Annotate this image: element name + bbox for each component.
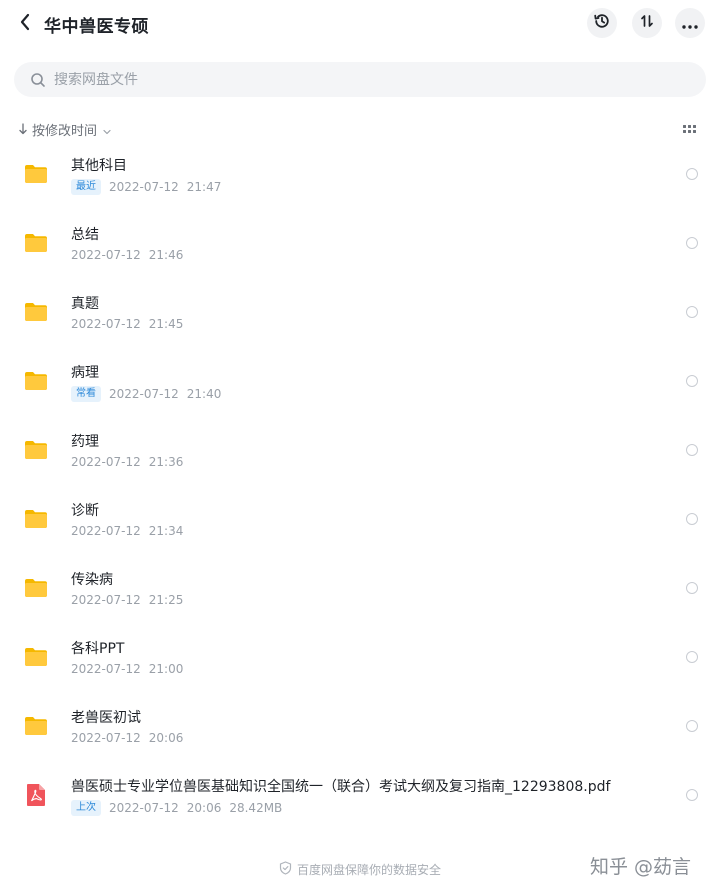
select-checkbox[interactable]: [686, 789, 698, 801]
file-date: 2022-07-12: [71, 524, 141, 538]
footer-text: 百度网盘保障你的数据安全: [296, 862, 441, 877]
file-meta: 2022-07-12 20:06: [71, 731, 183, 745]
file-meta: 2022-07-12 21:46: [71, 248, 183, 262]
select-checkbox[interactable]: [686, 306, 698, 318]
folder-icon: [24, 440, 48, 464]
folder-icon: [24, 164, 48, 188]
file-size: 28.42MB: [229, 801, 283, 815]
file-row[interactable]: 兽医硕士专业学位兽医基础知识全国统一（联合）考试大纲及复习指南_12293808…: [0, 761, 720, 830]
folder-icon: [24, 716, 48, 740]
folder-icon: [24, 578, 48, 602]
watermark: 知乎 @苭言: [590, 856, 692, 878]
folder-icon: [24, 233, 48, 257]
file-list: 其他科目 最近 2022-07-12 21:47 总结 2022-07-12 21:46 …: [0, 140, 720, 830]
select-checkbox[interactable]: [686, 582, 698, 594]
file-date: 2022-07-12: [109, 801, 179, 815]
file-row[interactable]: 药理 2022-07-12 21:36: [0, 416, 720, 485]
file-time: 21:46: [148, 248, 184, 262]
file-row[interactable]: 其他科目最近 2022-07-12 21:47: [0, 140, 720, 209]
folder-icon: [24, 371, 48, 395]
file-date: 2022-07-12: [71, 593, 141, 607]
shield-icon: [279, 860, 292, 879]
file-time: 21:25: [148, 593, 184, 607]
page-title: 华中兽医专硕: [44, 17, 149, 37]
folder-icon: [24, 509, 48, 533]
folder-icon: [24, 302, 48, 326]
file-date: 2022-07-12: [109, 180, 179, 194]
select-checkbox[interactable]: [686, 651, 698, 663]
file-time: 21:34: [148, 524, 184, 538]
file-time: 20:06: [148, 731, 184, 745]
select-checkbox[interactable]: [686, 237, 698, 249]
history-clock-icon: [593, 12, 611, 34]
pdf-file-icon: [25, 783, 47, 811]
history-button[interactable]: [587, 8, 617, 38]
file-row[interactable]: 总结 2022-07-12 21:46: [0, 209, 720, 278]
file-meta: 2022-07-12 21:25: [71, 593, 183, 607]
search-icon: [30, 72, 46, 88]
select-checkbox[interactable]: [686, 444, 698, 456]
back-icon[interactable]: [14, 11, 36, 33]
file-name: 兽医硕士专业学位兽医基础知识全国统一（联合）考试大纲及复习指南_12293808…: [71, 779, 611, 795]
file-row[interactable]: 真题 2022-07-12 21:45: [0, 278, 720, 347]
file-row[interactable]: 诊断 2022-07-12 21:34: [0, 485, 720, 554]
file-name: 各科PPT: [71, 641, 125, 657]
file-meta: 2022-07-12 21:34: [71, 524, 183, 538]
arrow-down-icon: [18, 120, 28, 139]
file-row[interactable]: 老兽医初试 2022-07-12 20:06: [0, 692, 720, 761]
file-name: 其他科目: [71, 158, 127, 174]
file-time: 21:00: [148, 662, 184, 676]
file-time: 21:45: [148, 317, 184, 331]
folder-icon: [24, 647, 48, 671]
more-dots-icon: [682, 14, 698, 33]
sort-label: 按修改时间: [32, 123, 98, 139]
file-name: 诊断: [71, 503, 99, 519]
status-badge: 最近: [71, 179, 101, 195]
file-name: 总结: [71, 227, 99, 243]
search-bar[interactable]: [14, 62, 706, 97]
sort-button[interactable]: [632, 8, 662, 38]
select-checkbox[interactable]: [686, 513, 698, 525]
file-date: 2022-07-12: [71, 731, 141, 745]
file-date: 2022-07-12: [71, 317, 141, 331]
file-row[interactable]: 传染病 2022-07-12 21:25: [0, 554, 720, 623]
file-time: 20:06: [186, 801, 222, 815]
chevron-down-icon: [103, 120, 111, 139]
grid-view-icon[interactable]: [683, 123, 697, 135]
file-meta: 常看 2022-07-12 21:40: [71, 386, 221, 402]
file-time: 21:40: [186, 387, 222, 401]
file-date: 2022-07-12: [109, 387, 179, 401]
file-row[interactable]: 病理常看 2022-07-12 21:40: [0, 347, 720, 416]
file-meta: 2022-07-12 21:36: [71, 455, 183, 469]
search-input[interactable]: [54, 71, 654, 88]
file-date: 2022-07-12: [71, 455, 141, 469]
file-name: 药理: [71, 434, 99, 450]
file-meta: 2022-07-12 21:00: [71, 662, 183, 676]
file-meta: 2022-07-12 21:45: [71, 317, 183, 331]
file-date: 2022-07-12: [71, 248, 141, 262]
more-button[interactable]: [675, 8, 705, 38]
file-meta: 上次 2022-07-12 20:06 28.42MB: [71, 800, 282, 816]
sort-arrows-icon: [639, 13, 655, 33]
file-name: 传染病: [71, 572, 113, 588]
select-checkbox[interactable]: [686, 168, 698, 180]
file-meta: 最近 2022-07-12 21:47: [71, 179, 221, 195]
sort-selector[interactable]: 按修改时间: [18, 120, 111, 139]
status-badge: 上次: [71, 800, 101, 816]
select-checkbox[interactable]: [686, 720, 698, 732]
file-date: 2022-07-12: [71, 662, 141, 676]
file-time: 21:47: [186, 180, 222, 194]
file-time: 21:36: [148, 455, 184, 469]
status-badge: 常看: [71, 386, 101, 402]
file-name: 真题: [71, 296, 99, 312]
file-name: 老兽医初试: [71, 710, 141, 726]
file-name: 病理: [71, 365, 99, 381]
file-row[interactable]: 各科PPT 2022-07-12 21:00: [0, 623, 720, 692]
select-checkbox[interactable]: [686, 375, 698, 387]
top-bar: 华中兽医专硕: [0, 0, 720, 48]
